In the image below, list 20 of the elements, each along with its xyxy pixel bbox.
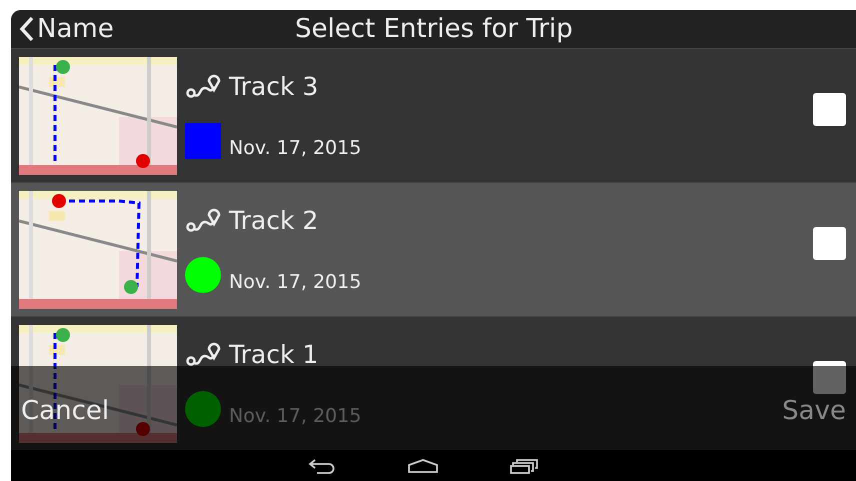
entry-name: Track 1 (229, 340, 318, 369)
back-button[interactable]: Name (11, 14, 122, 44)
checkbox[interactable] (813, 361, 846, 394)
entry-name: Track 3 (229, 72, 318, 101)
recent-apps-icon[interactable] (508, 458, 538, 474)
screen-title: Select Entries for Trip (295, 14, 573, 44)
route-icon (185, 74, 221, 100)
chevron-left-icon (19, 16, 35, 42)
route-icon (185, 342, 221, 368)
home-icon[interactable] (406, 458, 438, 474)
route-icon (185, 208, 221, 234)
cancel-button[interactable]: Cancel (11, 396, 120, 426)
entry-date: Nov. 17, 2015 (229, 405, 362, 427)
entry-date: Nov. 17, 2015 (229, 137, 362, 159)
checkbox[interactable] (813, 227, 846, 260)
entry-row[interactable]: Track 2 Nov. 17, 2015 (11, 182, 856, 316)
entry-name: Track 2 (229, 206, 318, 235)
entry-date: Nov. 17, 2015 (229, 271, 362, 293)
checkbox[interactable] (813, 93, 846, 126)
back-icon[interactable] (306, 456, 336, 474)
